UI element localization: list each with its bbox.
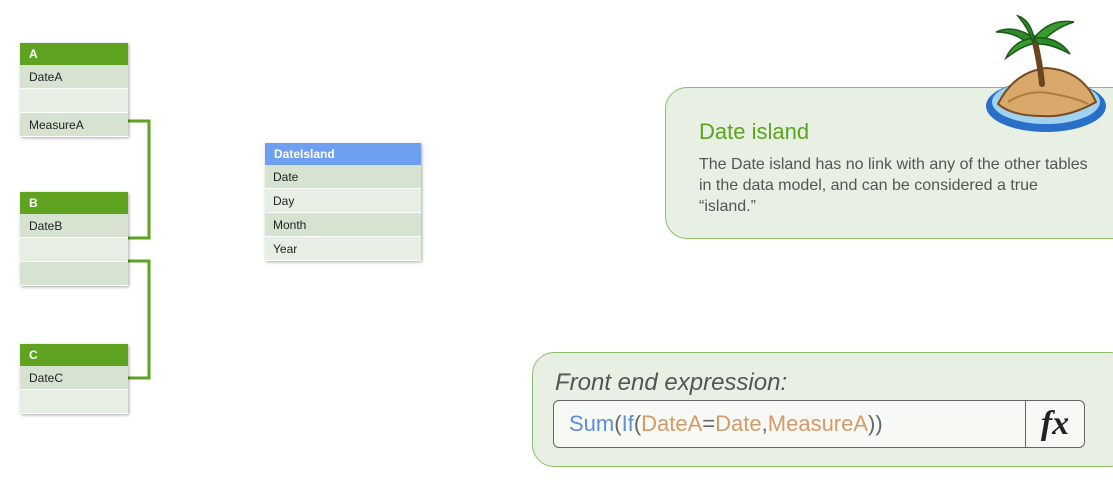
field-row[interactable]: DateA [20,65,128,89]
fx-icon: fx [1040,405,1070,442]
equals-sign: = [702,411,716,436]
field-row[interactable] [20,262,128,286]
table-b[interactable]: B DateB [20,192,128,286]
field-row[interactable]: Month [265,213,421,237]
link-a-b [127,119,151,240]
front-end-expression-panel: Front end expression: Sum(If(DateA=Date,… [532,352,1113,467]
field-datea: DateA [641,411,703,436]
callout-body: The Date island has no link with any of … [699,156,1088,215]
function-if: If [621,411,634,436]
table-a[interactable]: A DateA MeasureA [20,43,128,137]
table-c[interactable]: C DateC [20,344,128,414]
expression-formula: Sum(If(DateA=Date,MeasureA)) [569,411,883,437]
expression-input[interactable]: Sum(If(DateA=Date,MeasureA)) fx [553,400,1085,448]
table-header: DateIsland [265,143,421,165]
table-header: A [20,43,128,65]
function-sum: Sum [569,411,615,436]
field-row[interactable]: DateC [20,366,128,390]
field-row[interactable]: Day [265,189,421,213]
table-dateisland[interactable]: DateIsland Date Day Month Year [265,143,421,261]
paren-open: ( [614,411,622,436]
fx-button[interactable]: fx [1025,401,1084,447]
table-header: B [20,192,128,214]
field-row[interactable]: MeasureA [20,113,128,137]
expression-label: Front end expression: [555,369,788,396]
field-row[interactable] [20,390,128,414]
callout-title: Date island [699,119,810,144]
field-row[interactable] [20,89,128,113]
field-measurea: MeasureA [767,411,869,436]
field-date: Date [715,411,762,436]
palm-island-icon [986,14,1106,132]
field-row[interactable]: DateB [20,214,128,238]
field-row[interactable]: Date [265,165,421,189]
field-row[interactable] [20,238,128,262]
paren-close: )) [868,411,883,436]
field-row[interactable]: Year [265,237,421,261]
link-b-c [127,259,151,380]
table-header: C [20,344,128,366]
